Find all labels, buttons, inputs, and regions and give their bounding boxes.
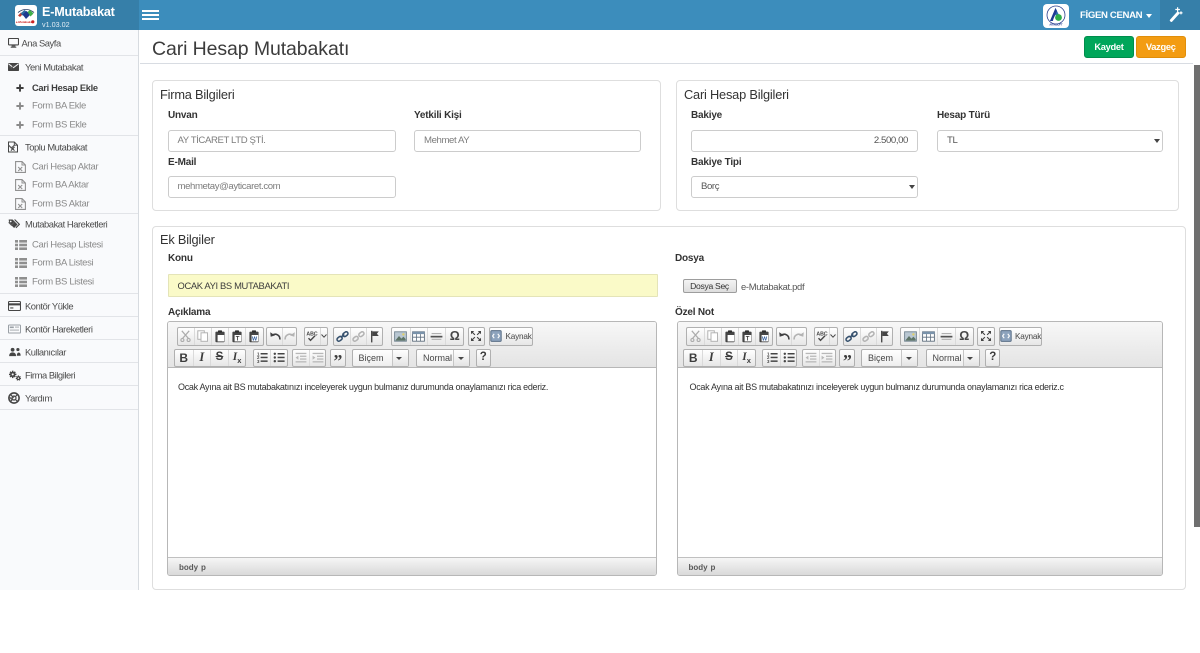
svg-text:ABC: ABC: [816, 331, 827, 337]
svg-text:e-Mutabakat: e-Mutabakat: [16, 20, 34, 24]
svg-text:W: W: [762, 336, 768, 342]
svg-text:W: W: [253, 336, 259, 342]
svg-text:T: T: [236, 336, 240, 342]
svg-text:3: 3: [767, 359, 770, 363]
svg-text:ABC: ABC: [307, 331, 318, 337]
svg-text:AKINSOFT: AKINSOFT: [1049, 22, 1063, 26]
svg-text:T: T: [746, 336, 750, 342]
svg-text:3: 3: [257, 359, 260, 363]
